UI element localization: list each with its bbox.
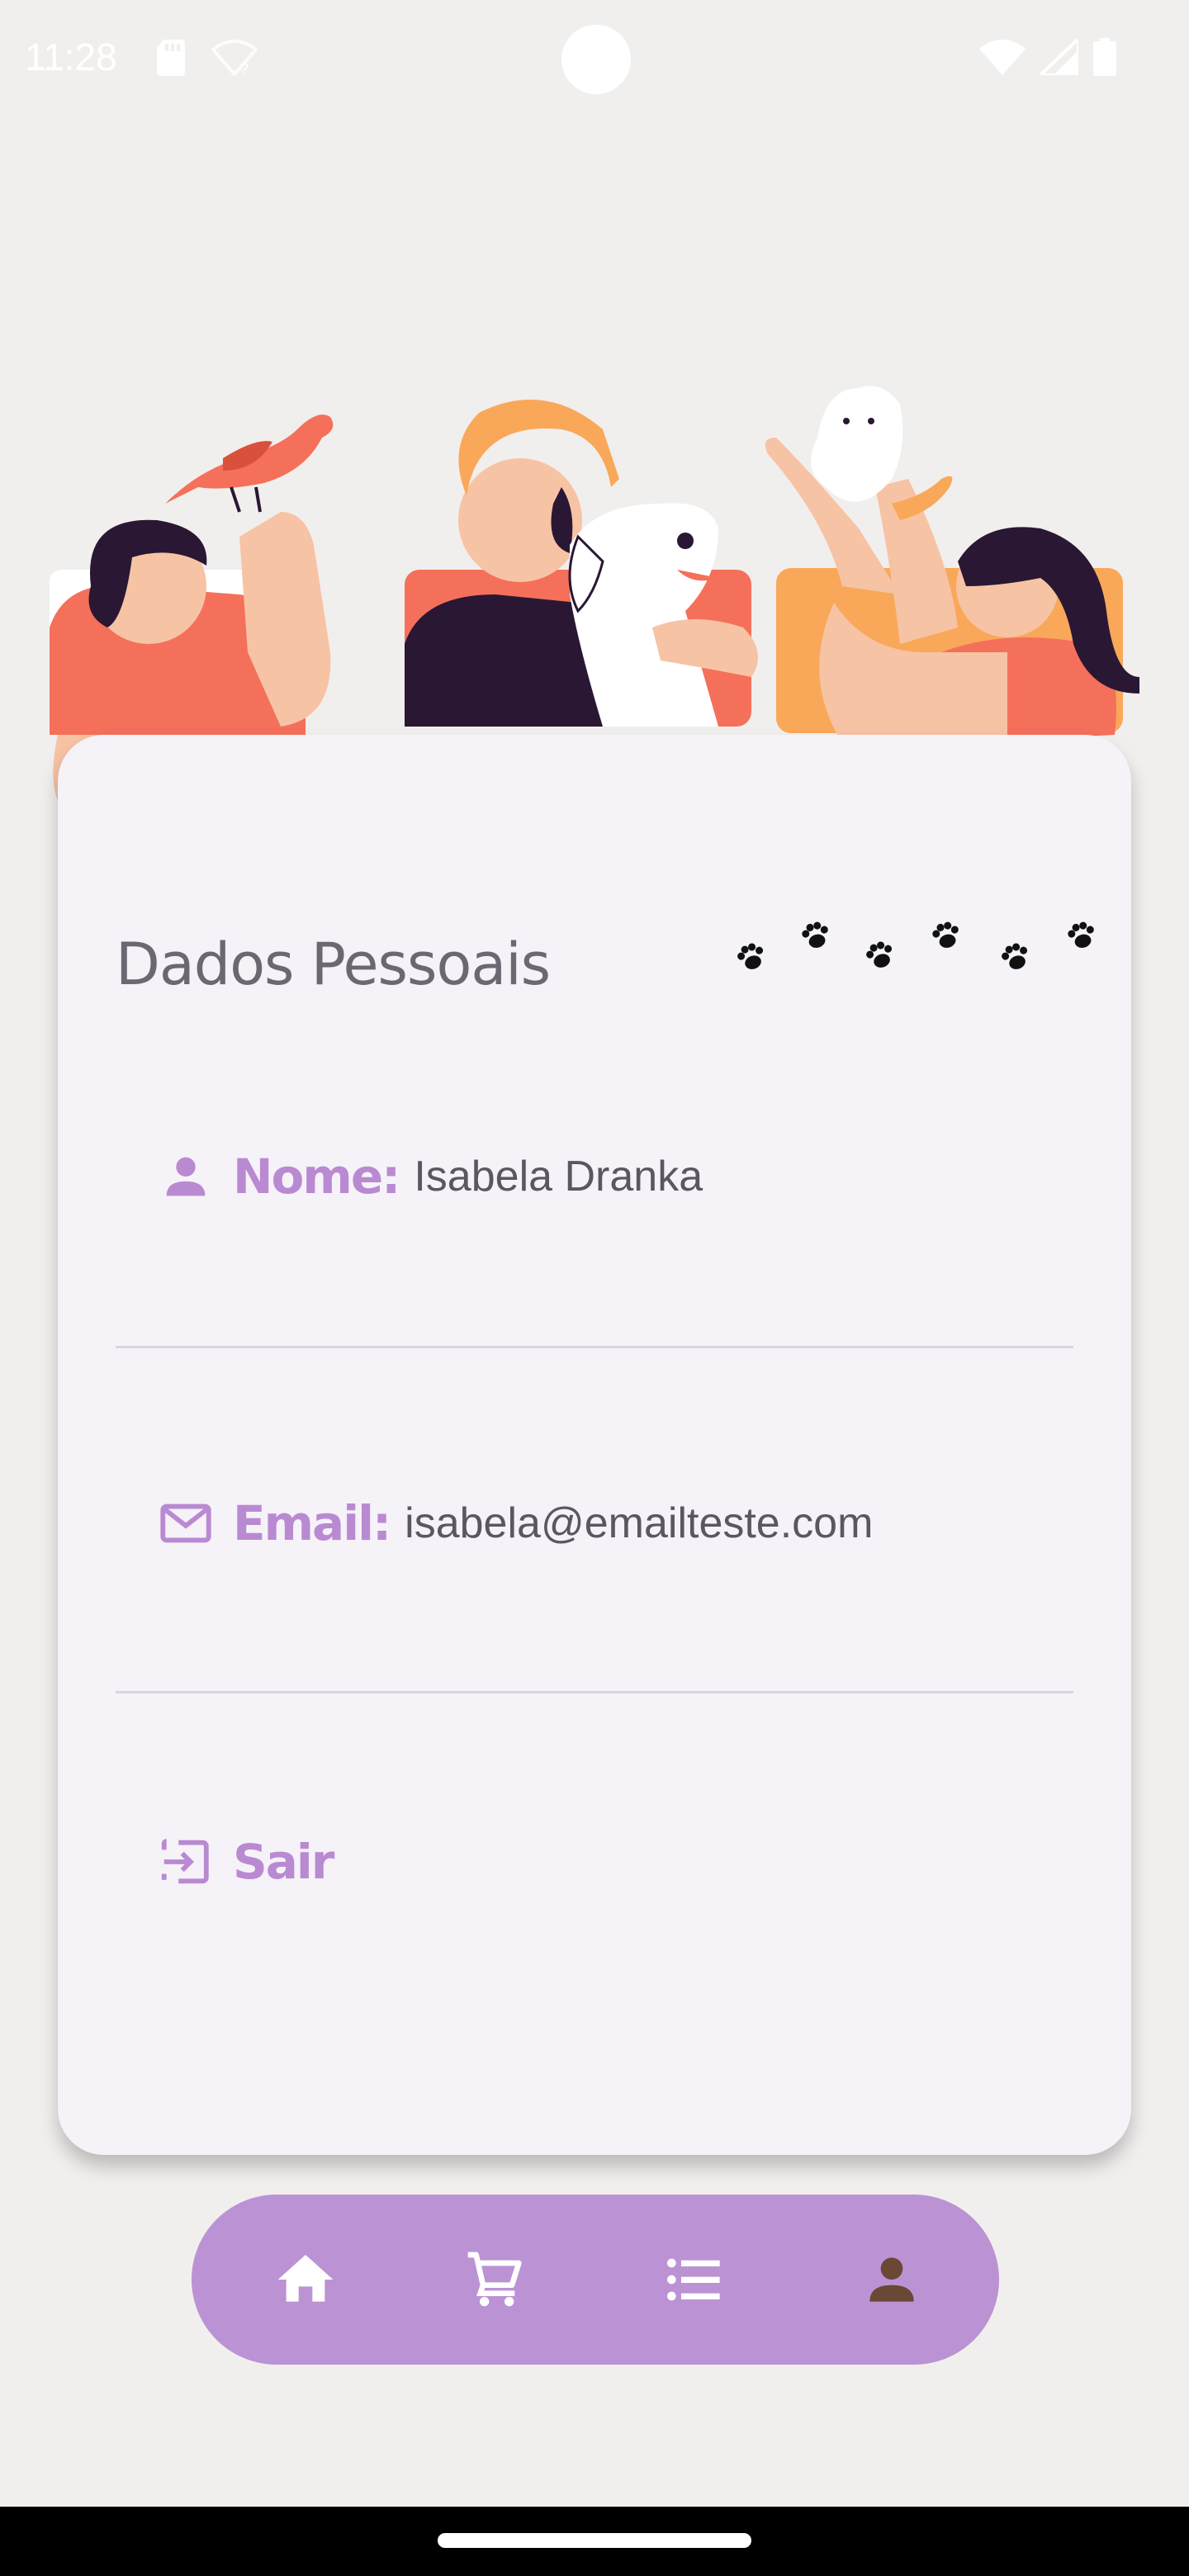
email-value: isabela@emailteste.com xyxy=(405,1499,874,1547)
nav-list-button[interactable] xyxy=(652,2238,735,2321)
woman-with-cat xyxy=(765,386,1139,743)
paw-prints-decoration xyxy=(734,919,1098,973)
system-navigation-bar xyxy=(0,2507,1189,2576)
name-value: Isabela Dranka xyxy=(414,1153,703,1200)
bird-icon xyxy=(165,414,334,513)
name-label: Nome: xyxy=(233,1148,400,1205)
status-bar: 11:28 ? xyxy=(0,0,1189,124)
divider xyxy=(116,1346,1073,1348)
nav-home-button[interactable] xyxy=(264,2238,347,2321)
logout-label[interactable]: Sair xyxy=(233,1834,334,1890)
email-row: Email: isabela@emailteste.com xyxy=(157,1494,873,1552)
card-title: Dados Pessoais xyxy=(116,930,551,998)
bottom-navigation xyxy=(192,2195,999,2365)
status-right-icons xyxy=(979,38,1116,76)
nav-cart-button[interactable] xyxy=(454,2238,537,2321)
svg-text:?: ? xyxy=(239,60,249,76)
divider xyxy=(116,1691,1073,1693)
sd-card-icon xyxy=(157,40,185,76)
nav-profile-button[interactable] xyxy=(850,2238,933,2321)
status-time: 11:28 xyxy=(25,36,117,78)
signal-icon xyxy=(1040,39,1078,75)
cart-icon xyxy=(467,2252,522,2307)
camera-cutout xyxy=(561,25,631,94)
home-icon xyxy=(277,2255,334,2302)
home-gesture-handle[interactable] xyxy=(438,2533,751,2548)
list-icon xyxy=(667,2258,720,2301)
logout-button[interactable]: Sair xyxy=(157,1833,348,1891)
wifi-icon xyxy=(979,40,1026,75)
mail-icon xyxy=(160,1503,211,1543)
status-left-icons: ? xyxy=(157,40,258,76)
name-row: Nome: Isabela Dranka xyxy=(157,1148,703,1205)
logout-icon xyxy=(161,1839,209,1884)
email-label: Email: xyxy=(233,1495,391,1551)
battery-icon xyxy=(1093,38,1116,76)
person-icon xyxy=(166,1157,206,1196)
person-icon xyxy=(869,2257,914,2302)
wifi-question-icon: ? xyxy=(211,40,258,76)
personal-data-card: Dados Pessoais Nome: Isabela Dranka Emai… xyxy=(58,735,1131,2155)
